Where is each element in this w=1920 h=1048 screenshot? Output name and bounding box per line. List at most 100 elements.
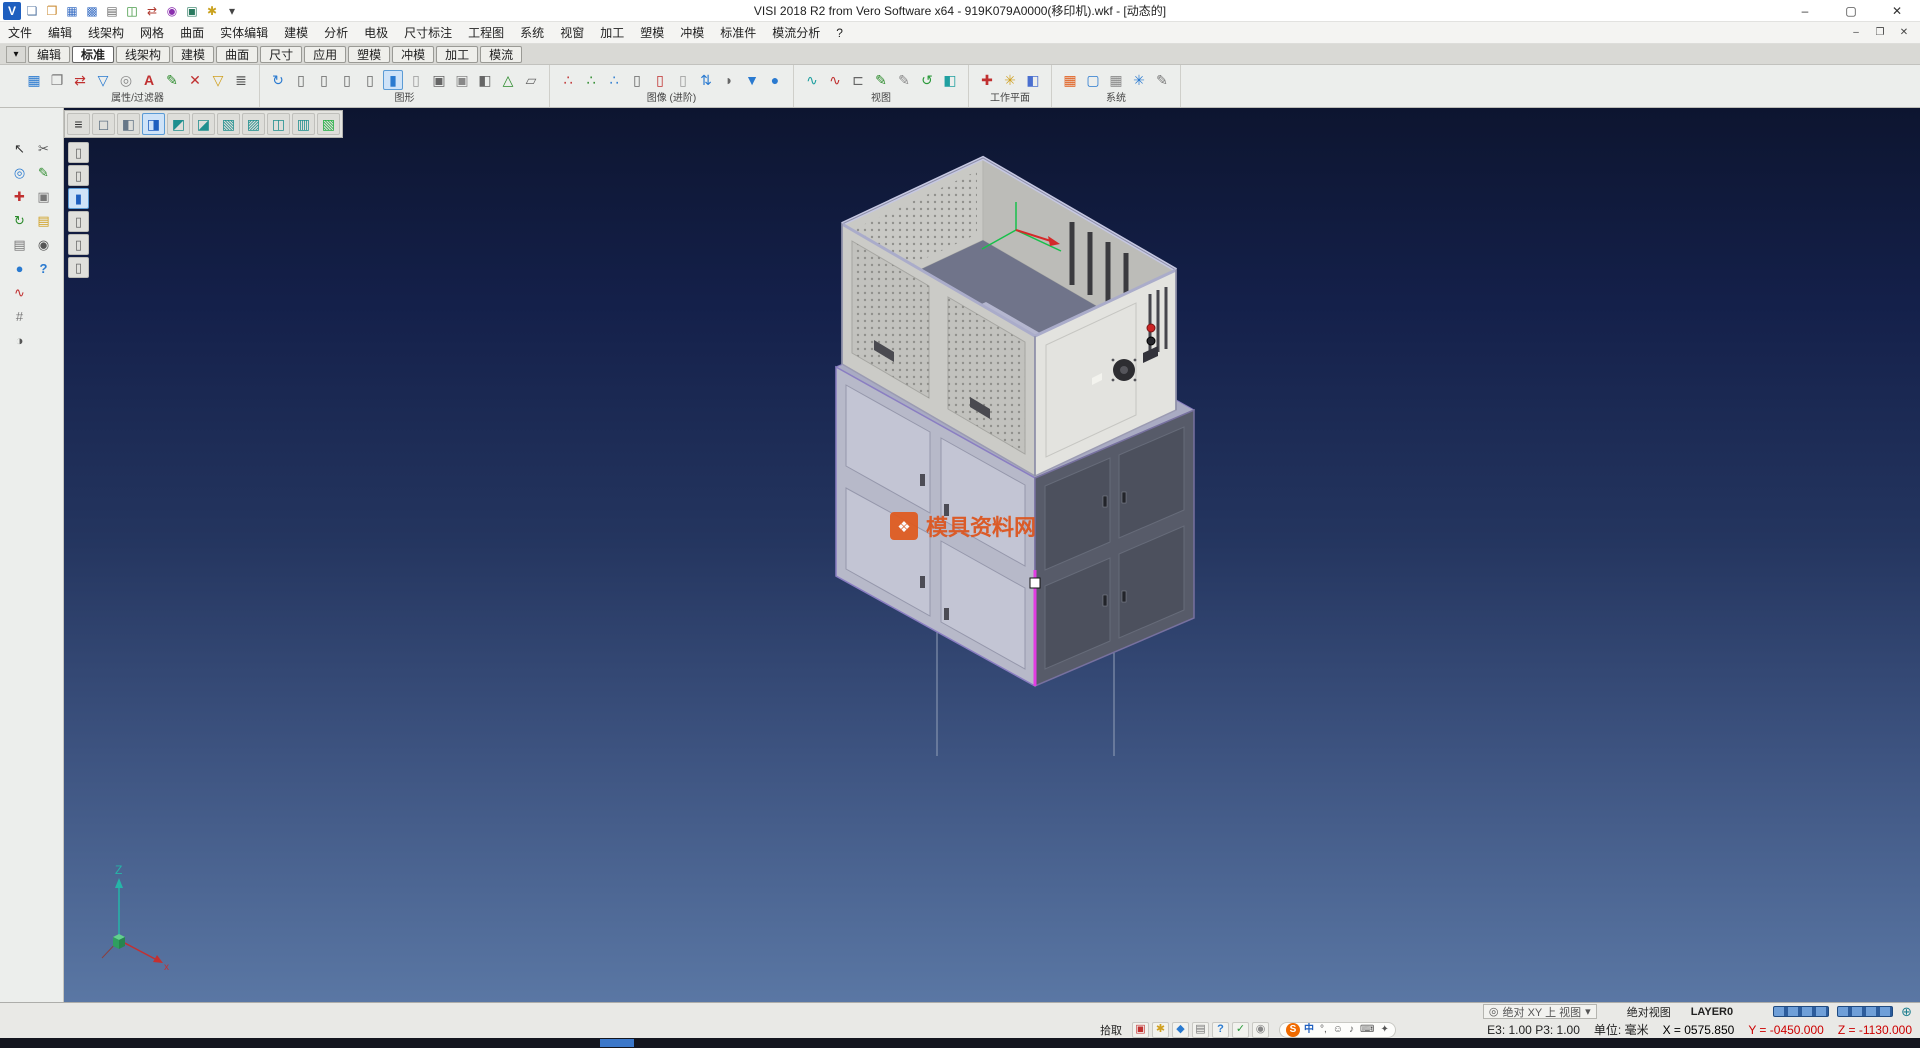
- wireframe-mode-icon[interactable]: ▯: [291, 70, 311, 90]
- attributes-table-icon[interactable]: ▦: [24, 70, 44, 90]
- tab-standard[interactable]: 标准: [72, 46, 114, 63]
- ime-mic-icon[interactable]: ♪: [1349, 1025, 1354, 1035]
- shadow-cylinder-icon[interactable]: ▯: [627, 70, 647, 90]
- menu-modeling[interactable]: 建模: [276, 22, 316, 44]
- help-status-icon[interactable]: ?: [1212, 1022, 1229, 1038]
- tab-mould[interactable]: 塑模: [348, 46, 390, 63]
- view-iso-se-icon[interactable]: ▧: [217, 113, 240, 135]
- material-icon[interactable]: ▱: [521, 70, 541, 90]
- render-blue-icon[interactable]: ∴: [604, 70, 624, 90]
- grid-icon[interactable]: #: [9, 306, 31, 327]
- tab-edit[interactable]: 编辑: [28, 46, 70, 63]
- ime-logo-icon[interactable]: S: [1286, 1023, 1300, 1037]
- mdi-close-button[interactable]: ✕: [1894, 24, 1914, 42]
- half-section-icon[interactable]: ◗: [719, 70, 739, 90]
- view-right-icon[interactable]: ▥: [292, 113, 315, 135]
- menu-file[interactable]: 文件: [0, 22, 40, 44]
- view-menu-icon[interactable]: ≡: [67, 113, 90, 135]
- selection-handle[interactable]: [1030, 578, 1040, 588]
- tab-modeling[interactable]: 建模: [172, 46, 214, 63]
- link-icon[interactable]: ◎: [116, 70, 136, 90]
- tab-wireframe[interactable]: 线架构: [116, 46, 170, 63]
- pan-icon[interactable]: ✚: [9, 186, 31, 207]
- menu-mould[interactable]: 塑模: [632, 22, 672, 44]
- edit-solid-icon[interactable]: ◧: [475, 70, 495, 90]
- save-all-icon[interactable]: ▩: [83, 2, 101, 20]
- box-icon[interactable]: ▣: [33, 186, 55, 207]
- view-mode-label[interactable]: 绝对视图: [1621, 1004, 1677, 1020]
- grid-settings-icon[interactable]: ▦: [1106, 70, 1126, 90]
- view-iso-active-icon[interactable]: ◨: [142, 113, 165, 135]
- ok-status-icon[interactable]: ✓: [1232, 1022, 1249, 1038]
- ime-punct-icon[interactable]: °,: [1320, 1025, 1327, 1035]
- regen-icon[interactable]: ↻: [268, 70, 288, 90]
- menu-window[interactable]: 视窗: [552, 22, 592, 44]
- tab-dimension[interactable]: 尺寸: [260, 46, 302, 63]
- view-left-icon[interactable]: ◫: [267, 113, 290, 135]
- mdi-restore-button[interactable]: ❐: [1870, 24, 1890, 42]
- annotate-view-icon[interactable]: ✎: [894, 70, 914, 90]
- filter-blue-icon[interactable]: ▽: [93, 70, 113, 90]
- menu-help[interactable]: ?: [828, 22, 851, 44]
- attributes-copy-icon[interactable]: ❐: [47, 70, 67, 90]
- select-icon[interactable]: ↖: [9, 138, 31, 159]
- measure-icon[interactable]: ⊏: [848, 70, 868, 90]
- refresh-view-icon[interactable]: ↺: [917, 70, 937, 90]
- shaded-edges-mode-icon[interactable]: ▯: [360, 70, 380, 90]
- render-red-icon[interactable]: ∴: [558, 70, 578, 90]
- view-iso-ne-icon[interactable]: ◩: [167, 113, 190, 135]
- display-mode-2-icon[interactable]: ▯: [68, 165, 89, 186]
- clear-filter-icon[interactable]: ✕: [185, 70, 205, 90]
- workplane-star-icon[interactable]: ✳: [1000, 70, 1020, 90]
- render-green-icon[interactable]: ∴: [581, 70, 601, 90]
- menu-system[interactable]: 系统: [512, 22, 552, 44]
- raise-view-icon[interactable]: ⇅: [696, 70, 716, 90]
- menu-flow-analysis[interactable]: 模流分析: [764, 22, 828, 44]
- view-front-icon[interactable]: ◧: [117, 113, 140, 135]
- visi-logo[interactable]: V: [3, 2, 21, 20]
- save-icon[interactable]: ▦: [63, 2, 81, 20]
- menu-electrode[interactable]: 电极: [356, 22, 396, 44]
- tab-overflow-button[interactable]: ▾: [6, 46, 26, 63]
- menu-analysis[interactable]: 分析: [316, 22, 356, 44]
- snapshot-icon[interactable]: ◉: [33, 234, 55, 255]
- ortho-status-icon[interactable]: ◆: [1172, 1022, 1189, 1038]
- maximize-button[interactable]: ▢: [1828, 0, 1874, 21]
- layers-icon[interactable]: ▣: [183, 2, 201, 20]
- hidden-line-mode-icon[interactable]: ▯: [314, 70, 334, 90]
- menu-machining[interactable]: 加工: [592, 22, 632, 44]
- monitor-icon[interactable]: ▢: [1083, 70, 1103, 90]
- capture-icon[interactable]: ◉: [163, 2, 181, 20]
- tab-surface[interactable]: 曲面: [216, 46, 258, 63]
- shaded-mode-icon[interactable]: ▯: [337, 70, 357, 90]
- menu-die[interactable]: 冲模: [672, 22, 712, 44]
- filter-yellow-icon[interactable]: ▽: [208, 70, 228, 90]
- workplane-axes-icon[interactable]: ✚: [977, 70, 997, 90]
- curve-icon[interactable]: ∿: [9, 282, 31, 303]
- view-cube-icon[interactable]: ◧: [940, 70, 960, 90]
- minimize-button[interactable]: –: [1782, 0, 1828, 21]
- menu-wireframe[interactable]: 线架构: [80, 22, 132, 44]
- workplane-selector[interactable]: ◎ 绝对 XY 上 视图 ▾: [1483, 1004, 1597, 1019]
- mdi-minimize-button[interactable]: –: [1846, 24, 1866, 42]
- ime-toolbar[interactable]: S 中°,☺♪⌨✦: [1279, 1022, 1396, 1038]
- edit-attributes-icon[interactable]: ✎: [162, 70, 182, 90]
- network-icon[interactable]: ⊕: [1901, 1004, 1912, 1020]
- display-mode-5-icon[interactable]: ▯: [68, 234, 89, 255]
- draw-icon[interactable]: ✎: [33, 162, 55, 183]
- snap-status-icon[interactable]: ▣: [1132, 1022, 1149, 1038]
- magnet-filter-icon[interactable]: A: [139, 70, 159, 90]
- zoom-icon[interactable]: ◎: [9, 162, 31, 183]
- section-curve-icon[interactable]: ∿: [825, 70, 845, 90]
- view-shaded-icon[interactable]: ▧: [317, 113, 340, 135]
- draw-settings-icon[interactable]: ✎: [1152, 70, 1172, 90]
- menu-edit[interactable]: 编辑: [40, 22, 80, 44]
- open-file-icon[interactable]: ❐: [43, 2, 61, 20]
- solid-badge-alt-icon[interactable]: ▣: [452, 70, 472, 90]
- menu-standard-parts[interactable]: 标准件: [712, 22, 764, 44]
- qat-dropdown-icon[interactable]: ▾: [223, 2, 241, 20]
- menu-solid-edit[interactable]: 实体编辑: [212, 22, 276, 44]
- system-windows-icon[interactable]: ▦: [1060, 70, 1080, 90]
- preview-icon[interactable]: ◫: [123, 2, 141, 20]
- snap-settings-icon[interactable]: ✳: [1129, 70, 1149, 90]
